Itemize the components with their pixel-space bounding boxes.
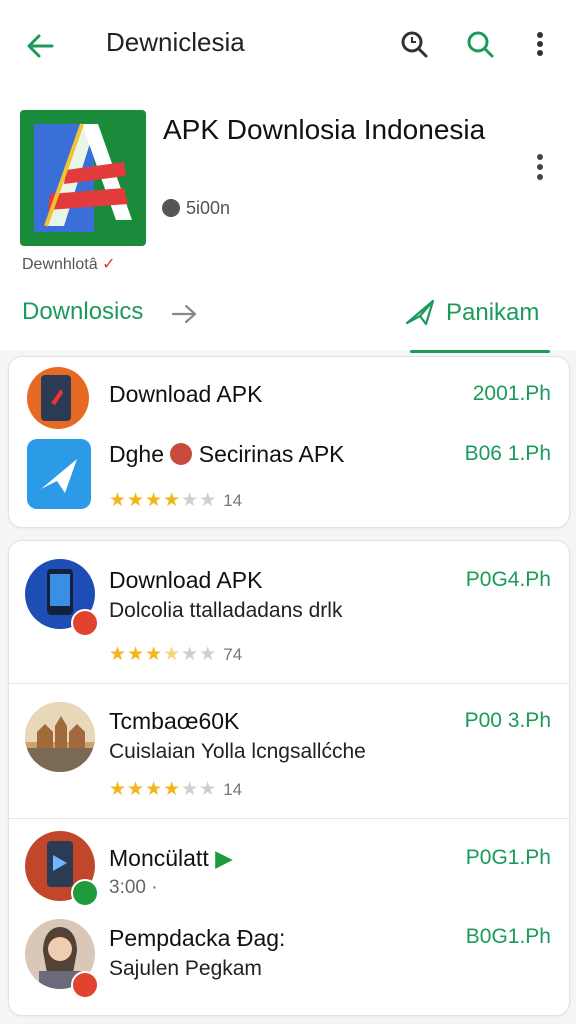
app-name: APK Downlosia Indonesia [163,114,486,145]
item-price: P00 3.Ph [464,709,551,732]
item-title: Download APK [109,381,263,407]
page-title: Dewniclesia [106,27,245,57]
item-title-part2: Secirinas APK [198,441,345,467]
item-title-part1: Dghe [109,441,164,467]
item-price: B06 1.Ph [464,442,551,465]
list-item[interactable]: Moncülatt ▶ 3:00 · P0G1.Ph [9,819,569,917]
rating-count: 14 [223,491,243,510]
downloads-link[interactable]: Downlosics [22,298,143,326]
more-vert-icon[interactable] [526,150,554,184]
app-thumbnail [25,702,95,772]
play-icon: ▶ [215,845,233,871]
rating-stars: ★★★★★★ 74 [109,644,243,665]
check-icon: ✓ [102,256,116,273]
more-vert-icon[interactable] [526,28,554,60]
app-thumbnail [27,367,89,429]
list-item[interactable]: Dghe Secirinas APK B06 1.Ph ★★★★★★ 14 [9,435,569,527]
panikam-label: Panikam [446,299,540,326]
rating-count: 14 [223,780,243,799]
item-subtitle: Dolcolia ttalladadans drlk [109,599,343,622]
app-list-card: Download APK Dolcolia ttalladadans drlk … [8,540,570,1016]
developer-name: Dewnhlotâ ✓ [22,254,115,274]
item-subtitle: Cuislaian Yolla lcngsallćche [109,740,366,763]
status-badge [71,971,99,999]
panikam-link[interactable]: Panikam [404,298,539,327]
item-price: P0G1.Ph [465,846,551,869]
list-item[interactable]: Download APK 2001.Ph [9,357,569,435]
item-title: Pempdacka Ðag: [109,925,286,951]
search-icon[interactable] [464,28,496,60]
item-title: Download APK [109,567,263,593]
app-thumbnail [27,439,91,509]
developer-label: Dewnhlotâ [22,256,98,273]
status-badge [71,609,99,637]
app-bar: Dewniclesia [0,0,576,89]
app-meta-text: 5i00n [186,198,231,218]
item-title-text: Moncülatt [109,845,209,871]
item-price: B0G1.Ph [465,925,551,948]
rating-stars: ★★★★★★ 14 [109,490,243,511]
emoji-icon [170,443,193,465]
clock-icon [162,199,180,217]
item-price: 2001.Ph [472,382,551,405]
app-meta: 5i00n [162,198,230,219]
rating-count: 74 [223,645,243,664]
send-icon [405,299,435,326]
active-tab-indicator [410,350,550,353]
back-arrow-icon[interactable] [22,28,58,64]
search-icon[interactable] [398,28,430,60]
item-subtitle: 3:00 · [109,877,158,898]
item-price: P0G4.Ph [465,568,551,591]
item-title: Tcmbaœ60K [109,708,240,734]
featured-list-card: Download APK 2001.Ph Dghe Secirinas APK … [8,356,570,528]
verified-badge [71,879,99,907]
rating-stars: ★★★★★★ 14 [109,779,243,800]
list-item[interactable]: Tcmbaœ60K Cuislaian Yolla lcngsallćche P… [9,684,569,818]
item-title: Dghe Secirinas APK [109,441,345,468]
item-subtitle: Sajulen Pegkam [109,957,262,980]
item-title: Moncülatt ▶ [109,845,233,872]
list-item[interactable]: Pempdacka Ðag: Sajulen Pegkam B0G1.Ph [9,917,569,1013]
arrow-right-icon[interactable] [170,300,200,328]
list-item[interactable]: Download APK Dolcolia ttalladadans drlk … [9,541,569,683]
app-logo [20,110,146,246]
